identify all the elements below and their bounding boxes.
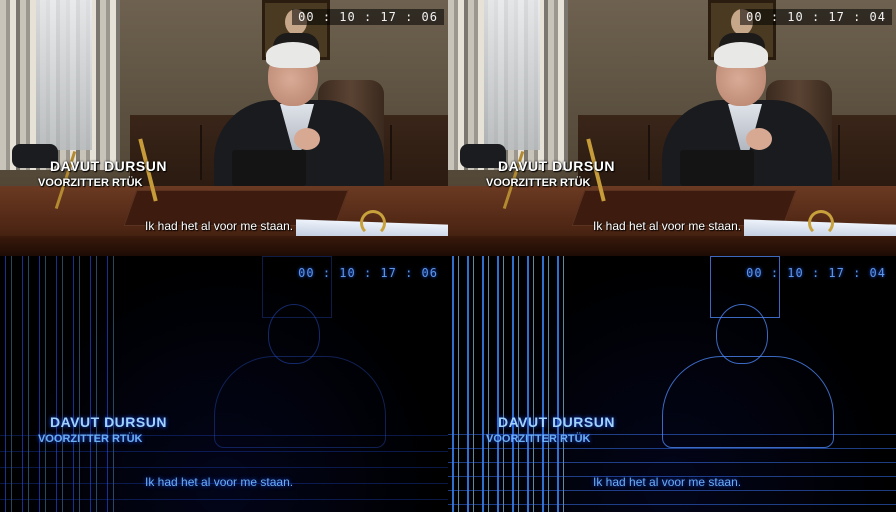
ring-binder-clip — [808, 210, 834, 236]
head-outline — [716, 304, 768, 364]
hand — [746, 128, 772, 150]
laptop — [680, 150, 754, 186]
caption-role: VOORZITTER RTÜK — [486, 177, 591, 189]
desk-edge — [448, 236, 896, 256]
timecode: 00 : 10 : 17 : 04 — [740, 9, 892, 25]
subtitle: Ik had het al voor me staan. — [145, 475, 294, 489]
desk-edge — [0, 236, 448, 256]
window — [484, 0, 540, 150]
head-outline — [268, 304, 320, 364]
panel-divider — [648, 125, 650, 180]
subtitle: Ik had het al voor me staan. — [593, 219, 742, 233]
laptop — [232, 150, 306, 186]
timecode: 00 : 10 : 17 : 06 — [298, 266, 438, 280]
office-scene — [0, 0, 448, 256]
frame-comparison-grid: 00 : 10 : 17 : 06 DAVUT DURSUN VOORZITTE… — [0, 0, 896, 512]
video-frame-top-left: 00 : 10 : 17 : 06 DAVUT DURSUN VOORZITTE… — [0, 0, 448, 256]
edge-map-bottom-left: 00 : 10 : 17 : 06 DAVUT DURSUN VOORZITTE… — [0, 256, 448, 512]
edge-visualization: 00 : 10 : 17 : 04 DAVUT DURSUN VOORZITTE… — [448, 256, 896, 512]
timecode: 00 : 10 : 17 : 06 — [292, 9, 444, 25]
window — [36, 0, 92, 150]
edge-visualization: 00 : 10 : 17 : 06 DAVUT DURSUN VOORZITTE… — [0, 256, 448, 512]
subtitle: Ik had het al voor me staan. — [145, 219, 294, 233]
white-hair — [714, 42, 768, 68]
caption-role: VOORZITTER RTÜK — [486, 433, 591, 445]
white-hair — [266, 42, 320, 68]
panel-divider — [200, 125, 202, 180]
caption-role: VOORZITTER RTÜK — [38, 177, 143, 189]
timecode: 00 : 10 : 17 : 04 — [746, 266, 886, 280]
ring-binder-clip — [360, 210, 386, 236]
caption-role: VOORZITTER RTÜK — [38, 433, 143, 445]
body-outline — [662, 356, 834, 448]
body-outline — [214, 356, 386, 448]
office-scene — [448, 0, 896, 256]
hand — [294, 128, 320, 150]
video-frame-top-right: 00 : 10 : 17 : 04 DAVUT DURSUN VOORZITTE… — [448, 0, 896, 256]
caption-name: DAVUT DURSUN — [50, 158, 167, 174]
panel-divider — [838, 125, 840, 180]
panel-divider — [390, 125, 392, 180]
edge-map-bottom-right: 00 : 10 : 17 : 04 DAVUT DURSUN VOORZITTE… — [448, 256, 896, 512]
caption-name: DAVUT DURSUN — [50, 414, 167, 430]
caption-name: DAVUT DURSUN — [498, 414, 615, 430]
subtitle: Ik had het al voor me staan. — [593, 475, 742, 489]
caption-name: DAVUT DURSUN — [498, 158, 615, 174]
